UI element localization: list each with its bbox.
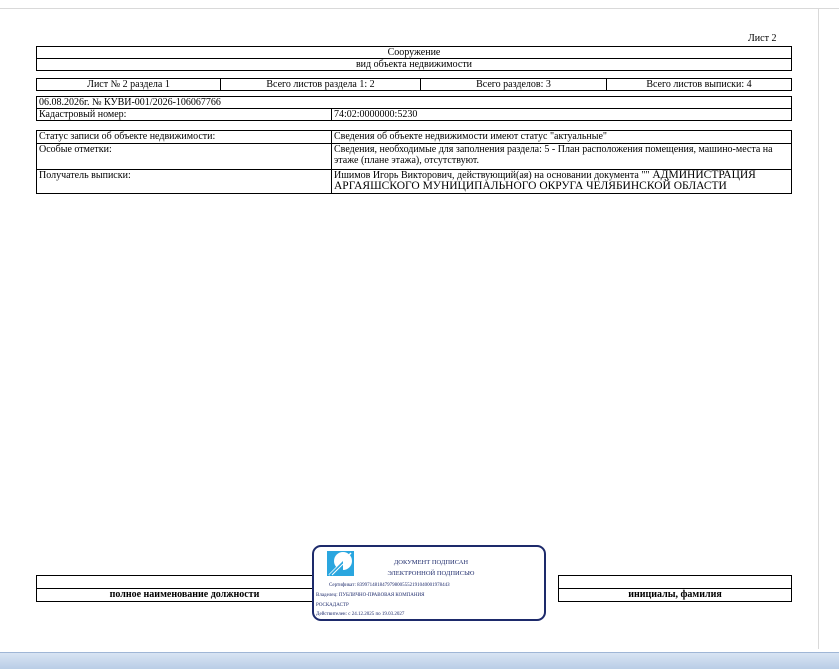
sheet-of-section: Лист № 2 раздела 1: [36, 78, 221, 91]
position-blank: [36, 575, 333, 589]
window-bottom-bar: [0, 652, 839, 669]
stamp-title-line1: ДОКУМЕНТ ПОДПИСАН: [393, 559, 469, 566]
recipient-value: Ишимов Игорь Викторович, действующий(ая)…: [331, 169, 792, 194]
window-top-edge: [0, 0, 839, 9]
sheet-label: Лист 2: [748, 33, 777, 44]
status-value: Сведения об объекте недвижимости имеют с…: [331, 130, 792, 144]
name-blank: [558, 575, 792, 589]
name-label: инициалы, фамилия: [558, 588, 792, 602]
extract-date-number: 06.08.2026г. № КУВИ-001/2026-106067766: [36, 96, 792, 109]
status-label: Статус записи об объекте недвижимости:: [36, 130, 332, 144]
stamp-certificate: Сертификат: 8399714818479798005552191040…: [329, 583, 450, 588]
cadastral-value: 74:02:0000000:5230: [331, 108, 792, 121]
stamp-owner: Владелец: ПУБЛИЧНО-ПРАВОВАЯ КОМПАНИЯ: [316, 593, 425, 598]
total-sections: Всего разделов: 3: [420, 78, 607, 91]
special-marks-value: Сведения, необходимые для заполнения раз…: [331, 143, 792, 170]
total-sheets-extract: Всего листов выписки: 4: [606, 78, 792, 91]
object-kind-label: вид объекта недвижимости: [36, 58, 792, 71]
object-header-table: Сооружение вид объекта недвижимости: [36, 46, 792, 71]
stamp-owner-name: РОСКАДАСТР: [316, 603, 349, 608]
record-details-table: Статус записи об объекте недвижимости: С…: [36, 130, 792, 194]
object-type: Сооружение: [36, 46, 792, 59]
electronic-signature-stamp: ДОКУМЕНТ ПОДПИСАН ЭЛЕКТРОННОЙ ПОДПИСЬЮ С…: [312, 545, 546, 621]
stamp-validity: Действителен: с 24.12.2025 по 19.03.2027: [316, 612, 405, 617]
cadastral-label: Кадастровый номер:: [36, 108, 332, 121]
recipient-label: Получатель выписки:: [36, 169, 332, 194]
page-right-edge: [818, 9, 819, 649]
position-label: полное наименование должности: [36, 588, 333, 602]
total-sheets-section: Всего листов раздела 1: 2: [220, 78, 421, 91]
special-marks-label: Особые отметки:: [36, 143, 332, 170]
stamp-title-line2: ЭЛЕКТРОННОЙ ПОДПИСЬЮ: [387, 570, 475, 577]
cadastral-table: 06.08.2026г. № КУВИ-001/2026-106067766 К…: [36, 96, 792, 121]
rosreestr-logo-icon: [327, 551, 354, 576]
sheets-info-table: Лист № 2 раздела 1 Всего листов раздела …: [36, 78, 792, 91]
